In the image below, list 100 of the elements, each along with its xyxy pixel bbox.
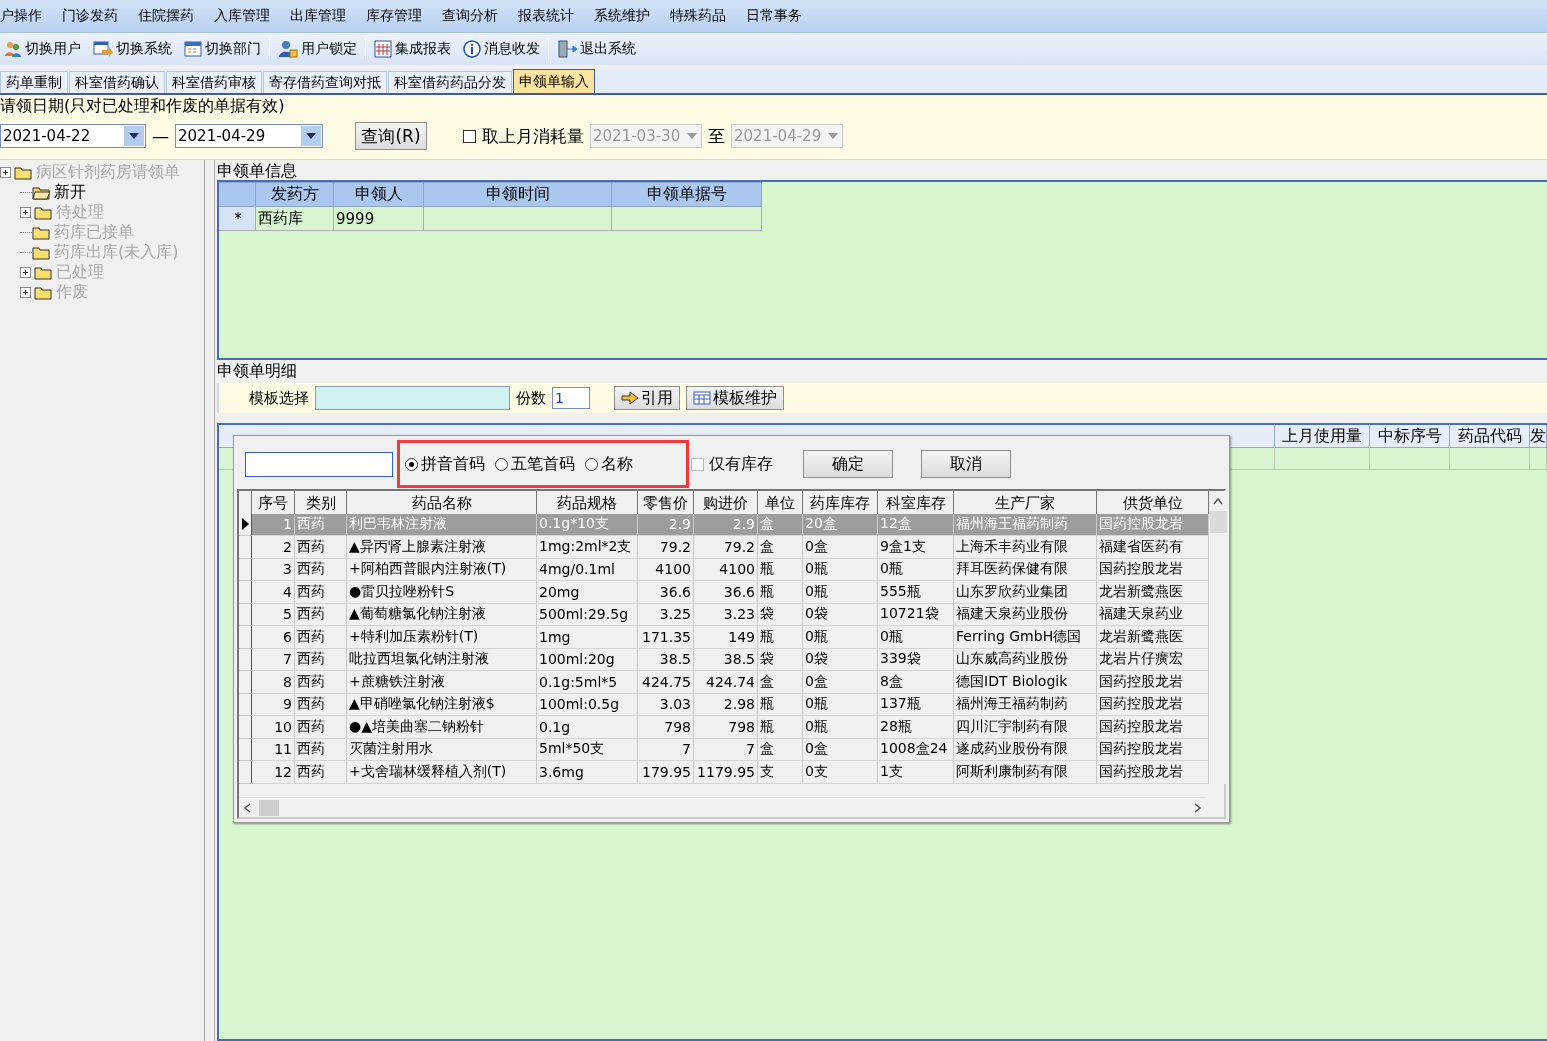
date-dropdown[interactable]: 2021-04-22 <box>0 124 146 148</box>
scroll-thumb[interactable] <box>1209 511 1227 533</box>
toolbar-button[interactable]: 切换系统 <box>89 38 176 60</box>
row-indicator[interactable] <box>239 716 252 739</box>
menu-item[interactable]: 日常事务 <box>736 7 812 25</box>
tab[interactable]: 科室借药审核 <box>166 71 262 93</box>
menu-item[interactable]: 入库管理 <box>204 7 280 25</box>
scroll-thumb[interactable] <box>259 799 279 816</box>
menu-item[interactable]: 特殊药品 <box>660 7 736 25</box>
expand-icon[interactable] <box>20 206 31 218</box>
scroll-up-icon[interactable] <box>1213 497 1223 505</box>
menu-item[interactable]: 门诊发药 <box>52 7 128 25</box>
column-header[interactable]: 发药方 <box>256 182 334 207</box>
menu-item[interactable]: 住院摆药 <box>128 7 204 25</box>
menu-item[interactable]: 系统维护 <box>584 7 660 25</box>
table-cell: 龙岩片仔癀宏 <box>1097 648 1209 671</box>
table-cell: 袋 <box>758 648 803 671</box>
column-header[interactable]: 药品代码 <box>1450 425 1530 448</box>
table-cell: 1008盒24 <box>878 738 954 761</box>
tree-item[interactable]: 新开 <box>54 181 86 203</box>
tab[interactable]: 药单重制 <box>0 71 68 93</box>
reference-button[interactable]: 引用 <box>614 386 680 410</box>
tab[interactable]: 科室借药药品分发 <box>388 71 512 93</box>
toolbar-button[interactable]: 集成报表 <box>370 38 455 60</box>
confirm-button[interactable]: 确定 <box>803 450 893 478</box>
scroll-right-icon[interactable] <box>1194 802 1202 813</box>
radio-option[interactable]: 五笔首码 <box>495 453 575 475</box>
row-indicator[interactable] <box>239 581 252 604</box>
table-cell: 国药控股龙岩 <box>1097 671 1209 694</box>
table-cell: 5 <box>252 603 295 626</box>
column-header[interactable]: 发 <box>1530 425 1547 448</box>
scroll-left-icon[interactable] <box>243 802 251 813</box>
row-indicator[interactable] <box>239 648 252 671</box>
table-cell: 0瓶 <box>878 626 954 649</box>
table-cell: 4mg/0.1ml <box>537 558 638 581</box>
date-dropdown[interactable]: 2021-04-29 <box>175 124 323 148</box>
arrow-icon <box>621 391 639 405</box>
table-cell: 3.03 <box>638 693 694 716</box>
table-cell: 盒 <box>758 513 803 536</box>
menu-item[interactable]: 查询分析 <box>432 7 508 25</box>
radio-option[interactable]: 名称 <box>585 453 633 475</box>
expand-icon[interactable] <box>20 266 31 278</box>
users-icon <box>4 40 22 58</box>
toolbar-button[interactable]: 用户锁定 <box>274 38 361 60</box>
field-label: 份数 <box>516 388 546 408</box>
column-header[interactable]: 申领时间 <box>424 182 612 207</box>
menu-item[interactable]: 报表统计 <box>508 7 584 25</box>
table-cell: 西药 <box>295 536 347 559</box>
table-cell: 79.2 <box>638 536 694 559</box>
row-indicator[interactable] <box>239 603 252 626</box>
toolbar-button[interactable]: 切换用户 <box>0 38 85 60</box>
row-indicator[interactable] <box>239 513 252 536</box>
menu-item[interactable]: 户操作 <box>0 7 52 25</box>
row-indicator[interactable] <box>239 626 252 649</box>
tab[interactable]: 寄存借药查询对抵 <box>263 71 387 93</box>
row-indicator[interactable] <box>239 693 252 716</box>
table-cell: ▲甲硝唑氯化钠注射液$ <box>347 693 537 716</box>
menu-item[interactable]: 出库管理 <box>280 7 356 25</box>
checkbox[interactable] <box>463 129 476 143</box>
row-indicator[interactable] <box>239 671 252 694</box>
toolbar-button[interactable]: 退出系统 <box>553 38 640 60</box>
row-indicator[interactable] <box>239 761 252 784</box>
query-button[interactable]: 查询(R) <box>355 122 427 150</box>
info-icon <box>463 40 481 58</box>
toolbar-button[interactable]: 切换部门 <box>180 38 265 60</box>
row-indicator[interactable] <box>239 558 252 581</box>
row-indicator[interactable] <box>239 738 252 761</box>
window-arrow-icon <box>93 40 113 58</box>
table-cell: 西药 <box>295 581 347 604</box>
cancel-button[interactable]: 取消 <box>921 450 1011 478</box>
folder-icon <box>34 204 52 220</box>
table-cell: 0盒 <box>803 671 878 694</box>
template-field[interactable] <box>315 386 510 410</box>
column-header[interactable]: 中标序号 <box>1370 425 1450 448</box>
calendar-icon <box>184 40 202 58</box>
folder-icon <box>32 244 50 260</box>
radio-option[interactable]: 拼音首码 <box>405 453 485 475</box>
row-indicator[interactable] <box>239 536 252 559</box>
template-button[interactable]: 模板维护 <box>686 386 784 410</box>
toolbar-button[interactable]: 消息收发 <box>459 38 544 60</box>
table-cell: 国药控股龙岩 <box>1097 761 1209 784</box>
column-header[interactable]: 申领人 <box>334 182 424 207</box>
table-cell: 798 <box>638 716 694 739</box>
column-header[interactable]: 申领单据号 <box>612 182 762 207</box>
column-header[interactable]: 上月使用量 <box>1275 425 1370 448</box>
expand-icon[interactable] <box>0 166 11 178</box>
table-cell: 0.1g*10支 <box>537 513 638 536</box>
search-field[interactable] <box>245 451 393 477</box>
menu-item[interactable]: 库存管理 <box>356 7 432 25</box>
dropdown-arrow-icon[interactable] <box>129 133 139 139</box>
dropdown-arrow-icon[interactable] <box>306 133 316 139</box>
table-cell: 4100 <box>694 558 758 581</box>
expand-icon[interactable] <box>20 286 31 298</box>
tab[interactable]: 申领单输入 <box>513 69 595 93</box>
table-cell: 38.5 <box>694 648 758 671</box>
tab[interactable]: 科室借药确认 <box>69 71 165 93</box>
checkbox[interactable] <box>691 457 704 471</box>
table-cell: 瓶 <box>758 716 803 739</box>
table-cell: ▲葡萄糖氯化钠注射液 <box>347 603 537 626</box>
copies-field[interactable]: 1 <box>552 387 590 409</box>
